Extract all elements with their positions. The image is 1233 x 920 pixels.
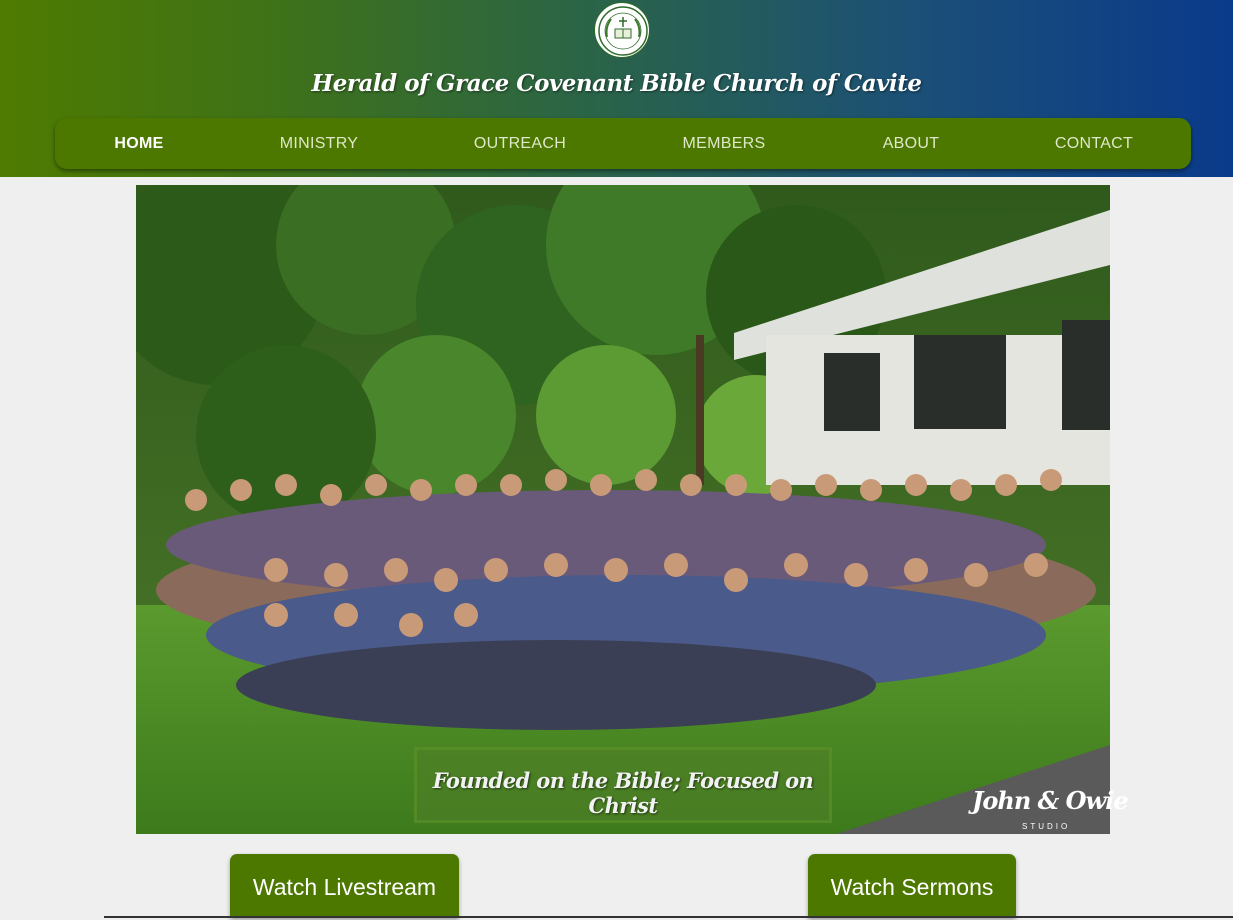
nav-item-members[interactable]: MEMBERS xyxy=(683,118,766,169)
seal-icon xyxy=(598,6,648,56)
group-photo-image xyxy=(136,185,1110,834)
photo-watermark-sub: STUDIO xyxy=(1022,822,1071,831)
nav-item-contact[interactable]: CONTACT xyxy=(1055,118,1133,169)
watch-livestream-button[interactable]: Watch Livestream xyxy=(230,854,459,918)
church-seal-logo[interactable] xyxy=(594,2,650,58)
nav-item-home[interactable]: HOME xyxy=(114,118,163,169)
photo-watermark: John & Owie xyxy=(972,786,1129,815)
site-title: Herald of Grace Covenant Bible Church of… xyxy=(311,70,922,97)
main-navigation: HOME MINISTRY OUTREACH MEMBERS ABOUT CON… xyxy=(55,118,1191,169)
tagline-text: Founded on the Bible; Focused on Christ xyxy=(432,768,814,818)
site-header: Herald of Grace Covenant Bible Church of… xyxy=(0,0,1233,177)
nav-item-ministry[interactable]: MINISTRY xyxy=(280,118,359,169)
nav-item-outreach[interactable]: OUTREACH xyxy=(474,118,566,169)
watch-sermons-button[interactable]: Watch Sermons xyxy=(808,854,1016,918)
nav-item-about[interactable]: ABOUT xyxy=(883,118,940,169)
hero-group-photo xyxy=(136,185,1110,834)
